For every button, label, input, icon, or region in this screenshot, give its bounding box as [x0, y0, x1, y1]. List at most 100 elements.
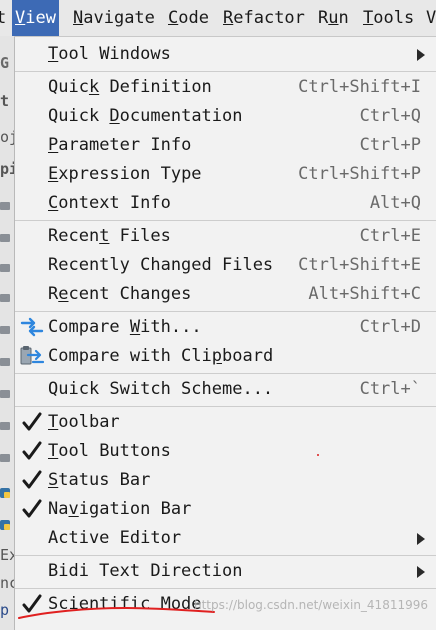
ide-background-strip: G t oj pi Ex nc p: [0, 36, 15, 630]
menu-item-label: Compare with Clipboard: [48, 346, 274, 366]
bg-text: t: [0, 92, 10, 110]
bg-text: Ex: [0, 546, 14, 564]
view-dropdown-menu: Tool Windows Quick Definition Ctrl+Shift…: [14, 37, 436, 630]
menu-view-mnemonic: V: [15, 8, 26, 28]
menu-separator: [15, 555, 436, 556]
menu-item-shortcut: Alt+Shift+C: [308, 284, 421, 304]
red-annotation-dot: [317, 454, 319, 456]
menu-item-tool-buttons[interactable]: Tool Buttons: [15, 437, 436, 466]
menu-code-rest: ode: [178, 8, 209, 28]
menu-item-label: Bidi Text Direction: [48, 561, 243, 581]
menu-separator: [15, 311, 436, 312]
menu-item-quick-definition[interactable]: Quick Definition Ctrl+Shift+I: [15, 73, 436, 102]
menu-item-label: Quick Switch Scheme...: [48, 379, 274, 399]
menu-run[interactable]: Run: [318, 0, 349, 36]
compare-arrows-icon: [20, 317, 44, 337]
checkmark-icon: [22, 594, 42, 613]
menu-item-tool-windows[interactable]: Tool Windows: [15, 40, 436, 69]
checkmark-icon: [22, 412, 42, 431]
menu-code-mnemonic: C: [168, 8, 179, 28]
menu-item-label: Quick Documentation: [48, 106, 243, 126]
folder-icon: [0, 358, 10, 366]
menu-separator: [15, 588, 436, 589]
menu-item-label: Status Bar: [48, 470, 151, 490]
menu-item-recent-files[interactable]: Recent Files Ctrl+E: [15, 222, 436, 251]
menu-item-label: Recent Files: [48, 226, 171, 246]
menu-item-active-editor[interactable]: Active Editor: [15, 524, 436, 553]
menu-item-label: Active Editor: [48, 528, 182, 548]
menu-item-label: Tool Windows: [48, 44, 171, 64]
menu-bar: t View Navigate Code Refactor Run Tools …: [0, 0, 436, 37]
bg-text: nc: [0, 574, 14, 592]
menu-item-label: Compare With...: [48, 317, 202, 337]
folder-icon: [0, 202, 10, 210]
menu-item-context-info[interactable]: Context Info Alt+Q: [15, 189, 436, 218]
bg-text: p: [0, 601, 10, 619]
menu-navigate-mnemonic: N: [73, 8, 84, 28]
menu-code[interactable]: Code: [168, 0, 209, 36]
menu-file-partial[interactable]: t: [0, 0, 6, 36]
menu-run-pre: R: [318, 8, 329, 28]
menu-item-shortcut: Ctrl+D: [359, 317, 421, 337]
folder-icon: [0, 294, 10, 302]
menu-item-recently-changed-files[interactable]: Recently Changed Files Ctrl+Shift+E: [15, 251, 436, 280]
menu-item-shortcut: Ctrl+Shift+P: [298, 164, 421, 184]
menu-view[interactable]: View: [12, 0, 59, 36]
menu-item-compare-with[interactable]: Compare With... Ctrl+D: [15, 313, 436, 342]
menu-item-shortcut: Ctrl+P: [359, 135, 421, 155]
menu-item-shortcut: Ctrl+Shift+I: [298, 77, 421, 97]
folder-icon: [0, 454, 10, 462]
submenu-arrow-icon: [417, 49, 425, 61]
menu-item-quick-documentation[interactable]: Quick Documentation Ctrl+Q: [15, 102, 436, 131]
menu-tools[interactable]: Tools: [363, 0, 414, 36]
bg-text: pi: [0, 160, 14, 178]
menu-item-label: Tool Buttons: [48, 441, 171, 461]
menu-tools-mnemonic: T: [363, 8, 374, 28]
menu-item-label: Parameter Info: [48, 135, 192, 155]
menu-refactor-rest: efactor: [233, 8, 305, 28]
menu-navigate-rest: avigate: [83, 8, 155, 28]
menu-refactor-mnemonic: R: [223, 8, 234, 28]
menu-item-toolbar[interactable]: Toolbar: [15, 408, 436, 437]
menu-item-label: Quick Definition: [48, 77, 212, 97]
menu-item-expression-type[interactable]: Expression Type Ctrl+Shift+P: [15, 160, 436, 189]
bg-text: G: [0, 54, 10, 72]
folder-icon: [0, 390, 10, 398]
menu-separator: [15, 220, 436, 221]
menu-item-label: Toolbar: [48, 412, 120, 432]
python-file-icon: [0, 488, 10, 498]
menu-run-mnemonic: u: [328, 8, 339, 28]
checkmark-icon: [22, 441, 42, 460]
compare-clipboard-icon: [20, 346, 44, 365]
menu-item-label: Context Info: [48, 193, 171, 213]
menu-item-shortcut: Ctrl+`: [359, 379, 421, 399]
folder-icon: [0, 264, 10, 272]
menu-item-status-bar[interactable]: Status Bar: [15, 466, 436, 495]
menu-vcs-partial[interactable]: V: [426, 0, 436, 36]
menu-item-shortcut: Ctrl+Q: [359, 106, 421, 126]
menu-item-parameter-info[interactable]: Parameter Info Ctrl+P: [15, 131, 436, 160]
watermark: https://blog.csdn.net/weixin_41811996: [193, 598, 428, 612]
menu-separator: [15, 71, 436, 72]
menu-separator: [15, 406, 436, 407]
checkmark-icon: [22, 470, 42, 489]
menu-item-compare-with-clipboard[interactable]: Compare with Clipboard: [15, 342, 436, 371]
menu-item-label: Navigation Bar: [48, 499, 192, 519]
menu-separator: [15, 373, 436, 374]
menu-item-label: Scientific Mode: [48, 594, 202, 614]
menu-item-label: Expression Type: [48, 164, 202, 184]
submenu-arrow-icon: [417, 533, 425, 545]
menu-refactor[interactable]: Refactor: [223, 0, 305, 36]
folder-icon: [0, 234, 10, 242]
folder-icon: [0, 422, 10, 430]
bg-text: oj: [0, 128, 14, 146]
menu-item-bidi-text-direction[interactable]: Bidi Text Direction: [15, 557, 436, 586]
menu-item-recent-changes[interactable]: Recent Changes Alt+Shift+C: [15, 280, 436, 309]
menu-navigate[interactable]: Navigate: [73, 0, 155, 36]
menu-item-label: Recent Changes: [48, 284, 192, 304]
menu-item-navigation-bar[interactable]: Navigation Bar: [15, 495, 436, 524]
menu-item-shortcut: Alt+Q: [369, 193, 421, 213]
menu-item-quick-switch-scheme[interactable]: Quick Switch Scheme... Ctrl+`: [15, 375, 436, 404]
menu-view-rest: iew: [25, 8, 56, 28]
menu-run-post: n: [338, 8, 349, 28]
